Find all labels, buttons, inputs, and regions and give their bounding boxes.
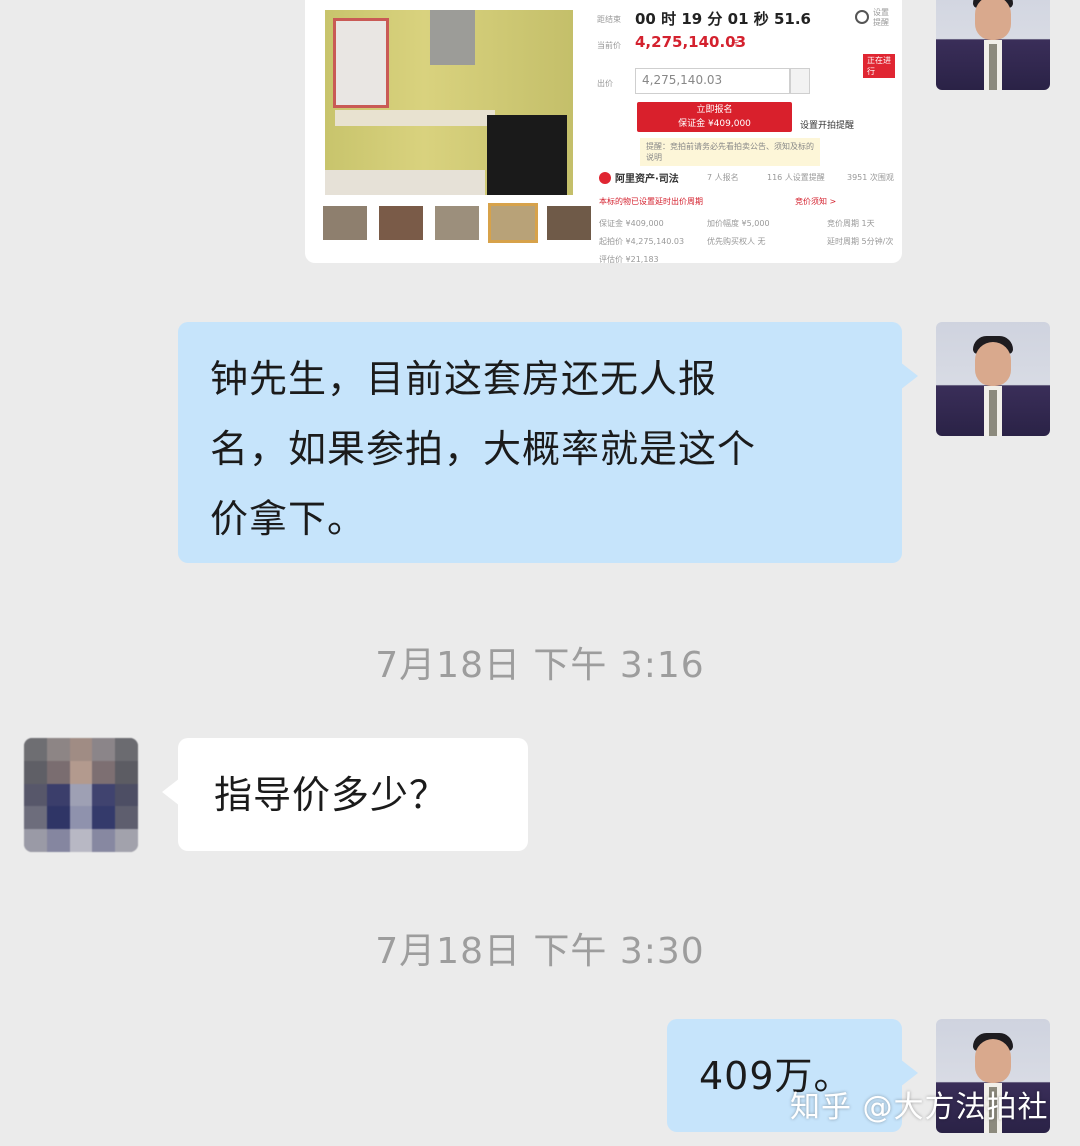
countdown: 00 时 19 分 01 秒 51.6 [635,10,811,28]
auction-screenshot-card[interactable]: 距结束 00 时 19 分 01 秒 51.6 设置提醒 当前价 4,275,1… [305,0,902,263]
thumbnail[interactable] [435,206,479,240]
message-line: 价拿下。 [210,497,367,541]
window-shape [333,18,389,108]
bid-input[interactable]: 4,275,140.03 [635,68,790,94]
thumbnail[interactable] [323,206,367,240]
alarm-label[interactable]: 设置提醒 [873,8,893,28]
bid-stepper[interactable] [790,68,810,94]
message-bubble-other[interactable]: 指导价多少？ [162,738,528,851]
thumbnail[interactable] [379,206,423,240]
message-bubble-self[interactable]: 钟先生，目前这套房还无人报 名，如果参拍，大概率就是这个 价拿下。 [178,322,918,563]
brand-logo-icon [599,172,611,184]
chat-window: 距结束 00 时 19 分 01 秒 51.6 设置提醒 当前价 4,275,1… [0,0,1080,1146]
thumbnail-active[interactable] [488,203,538,243]
thumbnail[interactable] [547,206,591,240]
reminder-count: 116 人设置提醒 [767,173,825,182]
message-line: 钟先生，目前这套房还无人报 [210,357,718,401]
alarm-icon[interactable] [855,10,869,24]
auction-notes-link[interactable]: 竞价须知 > [795,196,836,207]
thumbnail-strip [323,203,591,243]
appraisal-detail: 评估价 ¥21,183 [599,255,659,263]
cycle-detail: 竞价周期 1天 [827,219,875,228]
timestamp: 7月18日 下午 3:16 [375,645,705,686]
brand-name: 阿里资产·司法 [615,174,679,185]
increment-detail: 加价幅度 ¥5,000 [707,219,770,228]
view-count: 3951 次围观 [847,173,894,182]
kitchen-photo[interactable] [325,10,573,195]
bid-button[interactable]: 立即报名 保证金 ¥409,000 [637,102,792,132]
status-tag: 正在进行 [863,54,895,78]
delay-detail: 延时周期 5分钟/次 [827,237,894,246]
status-label: 距结束 [597,15,621,24]
watermark: 知乎 @大方法拍社 [790,1090,1049,1125]
delay-warning: 本标的物已设置延时出价周期 [599,197,703,206]
deposit-detail: 保证金 ¥409,000 [599,219,664,228]
bid-label: 出价 [597,79,613,88]
bid-button-sub: 保证金 ¥409,000 [678,119,751,129]
bid-button-label: 立即报名 [696,105,733,115]
price-unit: 元 [731,39,739,48]
notice-bar: 提醒：竞拍前请务必先看拍卖公告、须知及标的说明 [640,138,820,166]
start-price-detail: 起拍价 ¥4,275,140.03 [599,237,685,246]
signup-count: 7 人报名 [707,173,739,182]
avatar-self[interactable] [936,322,1050,436]
oven-shape [487,115,567,195]
remind-link[interactable]: 设置开拍提醒 [800,118,854,131]
timestamp: 7月18日 下午 3:30 [375,931,705,972]
avatar-self[interactable] [936,0,1050,90]
counter-shape [335,110,495,126]
current-price-label: 当前价 [597,41,621,50]
floor-shape [325,170,485,195]
range-hood-shape [430,10,475,65]
priority-detail: 优先购买权人 无 [707,237,766,246]
avatar-other-blurred[interactable] [24,738,138,852]
message-line: 名，如果参拍，大概率就是这个 [210,427,757,471]
current-price: 4,275,140.03 [635,33,747,51]
